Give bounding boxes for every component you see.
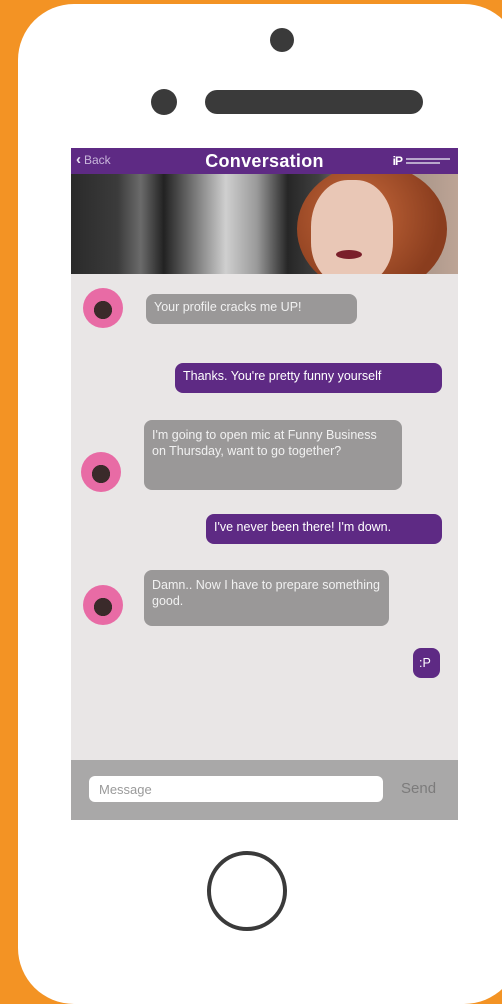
proximity-sensor [151,89,177,115]
logo-wordmark [406,158,450,164]
app-logo: iP [393,154,450,168]
message-bubble-received: Your profile cracks me UP! [146,294,357,324]
banner-face-shape [311,180,393,274]
banner-lips-shape [336,250,362,259]
send-button[interactable]: Send [401,780,436,797]
message-bubble-sent: I've never been there! I'm down. [206,514,442,544]
nav-bar: ‹ Back Conversation iP [71,148,458,174]
message-bubble-received: I'm going to open mic at Funny Business … [144,420,402,490]
message-composer: Send [71,760,458,820]
earpiece-speaker [205,90,423,114]
message-input[interactable] [89,776,383,802]
profile-banner-image [71,174,458,274]
avatar[interactable] [83,288,123,328]
front-camera [270,28,294,52]
message-bubble-received: Damn.. Now I have to prepare something g… [144,570,389,626]
avatar[interactable] [83,585,123,625]
message-bubble-sent: Thanks. You're pretty funny yourself [175,363,442,393]
chat-screen: ‹ Back Conversation iP Your profile crac… [71,148,458,820]
avatar[interactable] [81,452,121,492]
logo-mark: iP [392,154,403,168]
message-bubble-sent: :P [413,648,440,678]
home-button[interactable] [207,851,287,931]
